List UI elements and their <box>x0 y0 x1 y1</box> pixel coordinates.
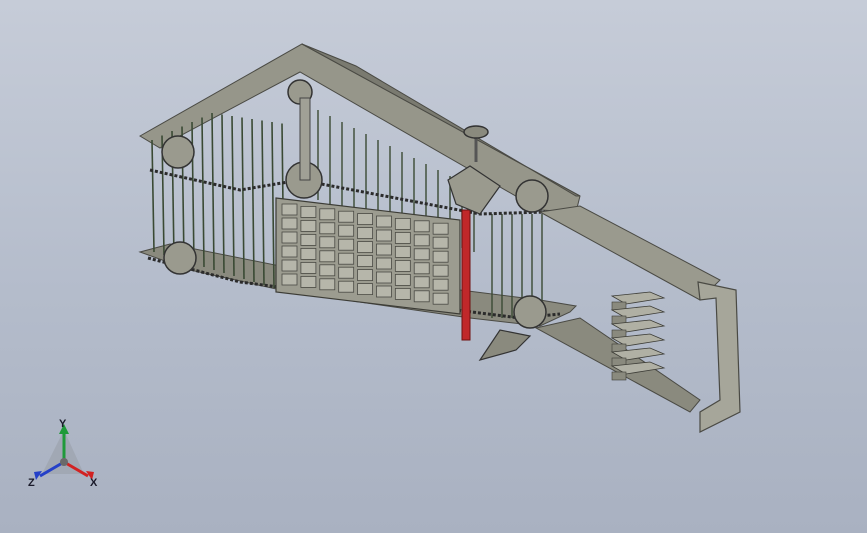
rack-cell <box>338 238 355 251</box>
rack-cell <box>281 231 298 244</box>
central-shaft <box>299 97 311 181</box>
vertical-rod <box>261 120 265 286</box>
discharge-chute <box>478 329 532 362</box>
rack-cell <box>319 278 336 291</box>
rack-cell <box>376 215 392 228</box>
rack-cell <box>338 210 355 223</box>
rack-cell <box>413 262 430 275</box>
vertical-rod <box>231 115 235 277</box>
rack-cell <box>300 219 317 232</box>
rack-cell <box>281 273 298 286</box>
rack-cell <box>357 269 373 282</box>
cad-viewport[interactable]: Y X Z <box>0 0 867 533</box>
rack-cell <box>319 222 336 235</box>
side-arm-rail <box>538 205 721 301</box>
tray-front <box>611 371 627 381</box>
rack-cell <box>357 213 373 226</box>
rack-cell <box>413 276 430 289</box>
rack-cell <box>376 229 392 242</box>
top-frame-back-wall <box>301 43 581 197</box>
rack-cell <box>281 245 298 258</box>
rack-cell <box>432 222 449 235</box>
rack-cell <box>357 241 373 254</box>
rack-cell <box>413 220 430 233</box>
y-axis-label: Y <box>59 418 67 430</box>
rack-cell <box>338 280 355 293</box>
rack-cell <box>319 236 336 249</box>
z-axis-label: Z <box>28 477 35 489</box>
rack-cell <box>394 287 411 300</box>
rack-cell <box>281 259 298 272</box>
rack-cell <box>394 231 411 244</box>
rack-cell <box>300 275 317 288</box>
assembly-model[interactable] <box>0 0 867 533</box>
x-axis-label: X <box>90 477 98 489</box>
rack-cell <box>394 245 411 258</box>
rack-cell <box>319 208 336 221</box>
rack-cell <box>338 224 355 237</box>
rack-cell <box>413 248 430 261</box>
rack-cell <box>300 233 317 246</box>
rack-cell <box>432 292 449 305</box>
tray-stack <box>610 291 666 381</box>
rack-cell <box>338 266 355 279</box>
rack-cell <box>376 243 392 256</box>
vertical-rod <box>251 118 255 283</box>
rack-cell <box>394 217 411 230</box>
rack-cell <box>300 205 317 218</box>
end-frame <box>697 281 741 433</box>
rack-cell <box>281 203 298 216</box>
sprocket-right-top <box>515 179 549 213</box>
axis-triad: Y X Z <box>28 418 98 489</box>
rack-cell <box>413 234 430 247</box>
rack-cell <box>300 247 317 260</box>
top-gear <box>463 125 489 139</box>
sprocket-right-bottom <box>513 295 547 329</box>
vertical-rod <box>241 117 245 280</box>
rack-cell <box>357 283 373 296</box>
rack-cell <box>319 264 336 277</box>
rack-cell <box>357 227 373 240</box>
rack-cell <box>413 290 430 303</box>
rack-cell <box>338 252 355 265</box>
rack-cell <box>432 236 449 249</box>
rack-cell <box>357 255 373 268</box>
rack-cell <box>376 271 392 284</box>
vertical-rod <box>151 139 155 253</box>
rack-cell <box>319 250 336 263</box>
rack-cell <box>432 278 449 291</box>
vertical-rod <box>201 117 205 268</box>
rack-cell <box>376 285 392 298</box>
rack-cell <box>281 217 298 230</box>
rack-cell <box>432 264 449 277</box>
rack-cell <box>376 257 392 270</box>
elevator-rail <box>461 209 471 341</box>
vertical-rod <box>271 121 275 289</box>
triad-origin <box>60 458 68 466</box>
sprocket-left-top <box>161 135 195 169</box>
vertical-rod <box>211 112 215 271</box>
rack-cell <box>300 261 317 274</box>
vertical-rod <box>221 114 225 274</box>
rack-cell <box>394 273 411 286</box>
rack-cell <box>432 250 449 263</box>
rack-cell <box>394 259 411 272</box>
sprocket-left-bottom <box>163 241 197 275</box>
